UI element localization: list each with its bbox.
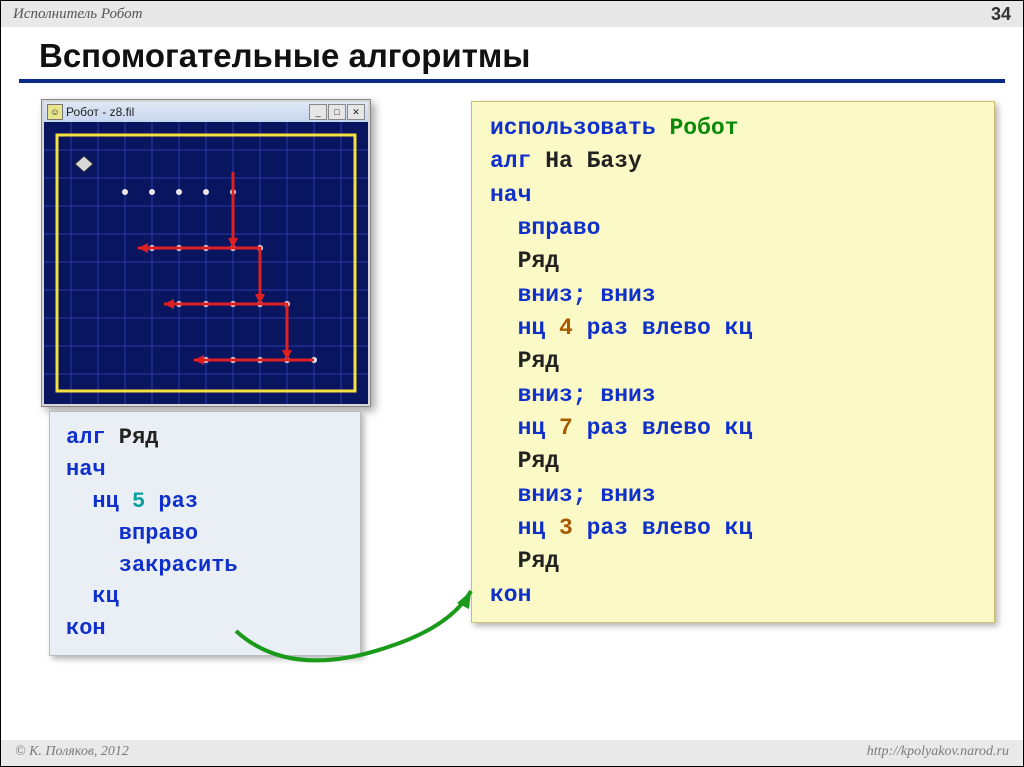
copyright: © К. Поляков, 2012	[15, 744, 129, 760]
page-number: 34	[991, 4, 1011, 25]
footer: © К. Поляков, 2012 http://kpolyakov.naro…	[1, 740, 1023, 766]
code-subroutine: алг Ряд нач нц 5 раз вправо закрасить кц…	[49, 411, 361, 656]
robot-grid	[44, 122, 368, 404]
section-title: Исполнитель Робот	[13, 6, 142, 23]
topbar: Исполнитель Робот 34	[1, 1, 1023, 27]
robot-titlebar: ☺ Робот - z8.fil _ □ ✕	[44, 102, 368, 122]
slide-title: Вспомогательные алгоритмы	[39, 37, 1023, 75]
slide: Исполнитель Робот 34 Вспомогательные алг…	[0, 0, 1024, 767]
robot-window: ☺ Робот - z8.fil _ □ ✕	[41, 99, 371, 407]
minimize-button[interactable]: _	[309, 104, 327, 120]
close-button[interactable]: ✕	[347, 104, 365, 120]
robot-app-icon: ☺	[47, 104, 63, 120]
maximize-button[interactable]: □	[328, 104, 346, 120]
robot-window-title: Робот - z8.fil	[66, 105, 134, 119]
footer-url: http://kpolyakov.narod.ru	[867, 744, 1009, 760]
code-main: использовать Робот алг На Базу нач вправ…	[471, 101, 995, 623]
title-underline	[19, 79, 1005, 83]
